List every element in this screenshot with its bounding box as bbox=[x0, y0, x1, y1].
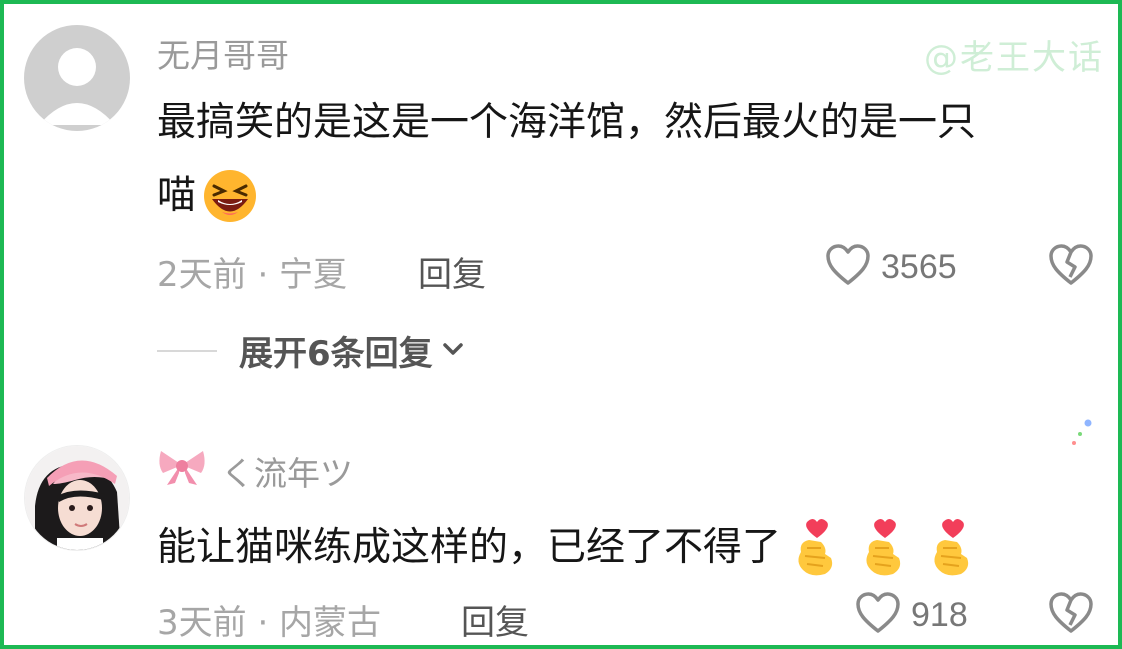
broken-heart-icon bbox=[1049, 592, 1093, 633]
comment-time-location: 2天前 · 宁夏 bbox=[157, 255, 348, 295]
expand-replies-label: 展开6条回复 bbox=[239, 334, 433, 374]
heart-outline-icon bbox=[855, 591, 901, 639]
reply-button[interactable]: 回复 bbox=[418, 247, 486, 296]
comment-text-end: 喵 bbox=[157, 173, 197, 218]
like-count: 3565 bbox=[881, 247, 957, 286]
avatar[interactable] bbox=[24, 445, 130, 551]
comment-text-line2: 喵 bbox=[157, 157, 258, 234]
finger-heart-emoji-icon bbox=[927, 518, 975, 578]
chevron-down-icon bbox=[441, 340, 465, 362]
sparkle-decoration bbox=[1070, 418, 1094, 452]
divider bbox=[157, 349, 217, 352]
broken-heart-icon bbox=[1049, 244, 1093, 285]
watermark: @老王大话 bbox=[924, 38, 1104, 78]
grinning-squinting-emoji-icon bbox=[202, 168, 258, 224]
comment-text-body: 能让猫咪练成这样的，已经了不得了 bbox=[157, 525, 782, 570]
dislike-button[interactable] bbox=[1048, 243, 1094, 291]
username[interactable]: く流年ツ bbox=[157, 447, 353, 495]
username[interactable]: 无月哥哥 bbox=[157, 29, 289, 77]
expand-replies[interactable]: 展开6条回复 bbox=[157, 326, 465, 375]
avatar[interactable] bbox=[24, 25, 130, 131]
like-button[interactable]: 3565 bbox=[825, 243, 957, 291]
finger-heart-emoji-icon bbox=[859, 518, 907, 578]
comment-time-location: 3天前 · 内蒙古 bbox=[157, 603, 382, 643]
like-count: 918 bbox=[911, 595, 968, 634]
comment-text: 能让猫咪练成这样的，已经了不得了 bbox=[157, 509, 975, 586]
like-button[interactable]: 918 bbox=[855, 591, 968, 639]
reply-button[interactable]: 回复 bbox=[461, 595, 529, 644]
finger-heart-emoji-icon bbox=[791, 518, 839, 578]
username-text: く流年ツ bbox=[221, 454, 353, 493]
comment-panel: @老王大话 无月哥哥 最搞笑的是这是一个海洋馆，然后最火的是一只 喵 2天前 ·… bbox=[0, 0, 1122, 649]
comment-text: 最搞笑的是这是一个海洋馆，然后最火的是一只 bbox=[157, 100, 977, 145]
heart-outline-icon bbox=[825, 243, 871, 291]
pink-bow-icon bbox=[157, 447, 207, 495]
dislike-button[interactable] bbox=[1048, 591, 1094, 639]
